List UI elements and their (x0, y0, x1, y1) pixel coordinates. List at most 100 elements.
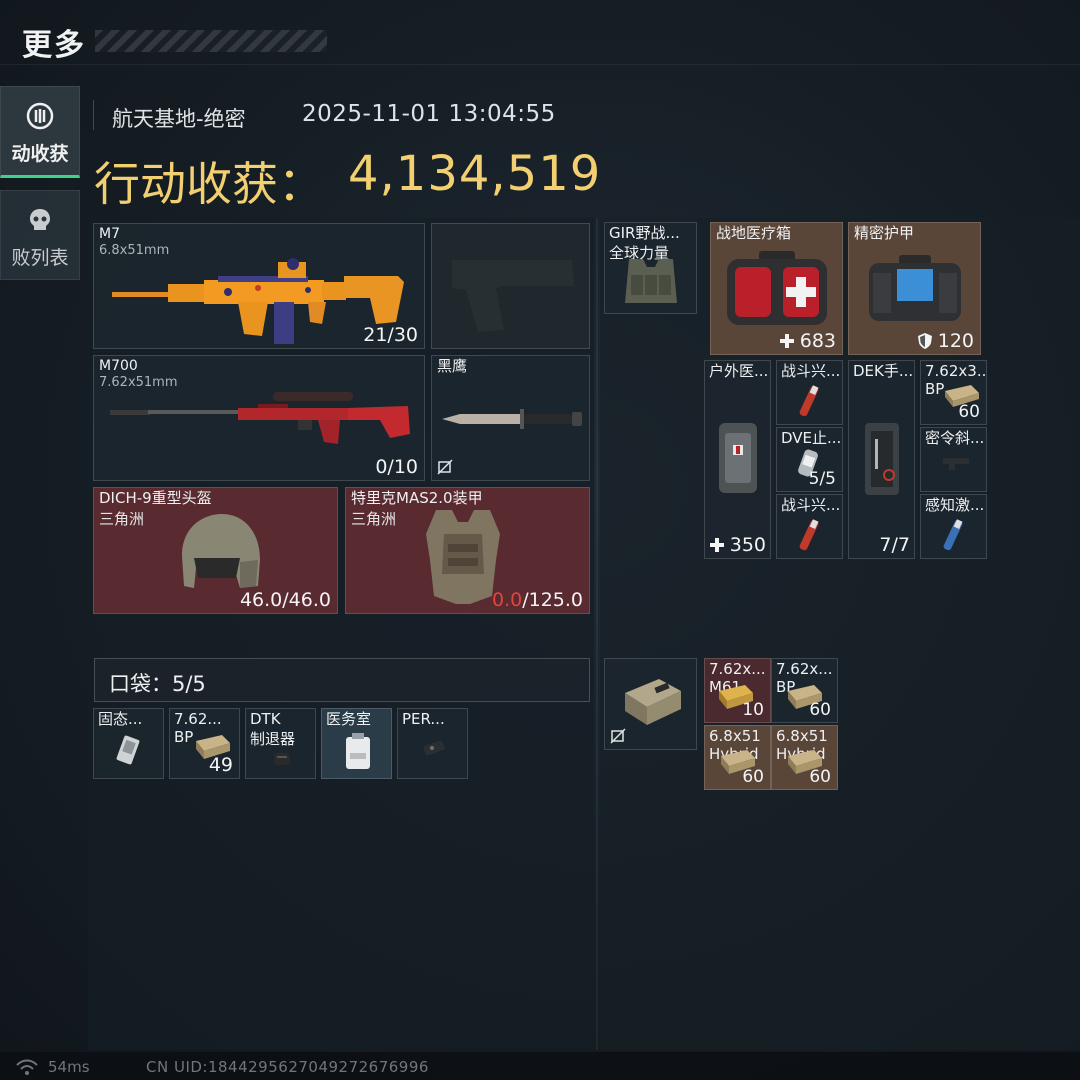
item-name: 6.8x51 (776, 727, 828, 745)
plus-icon (709, 538, 724, 552)
wifi-icon (16, 1059, 38, 1075)
loot-icon (26, 102, 54, 130)
panel-separator (596, 218, 598, 1050)
safe-case-icon (625, 679, 681, 725)
container-item[interactable]: 战斗兴... (776, 360, 843, 425)
item-count: 120 (917, 330, 974, 352)
item-name: 感知激... (925, 496, 985, 514)
item-name: DEK手... (853, 362, 914, 380)
match-datetime: 2025-11-01 13:04:55 (302, 101, 556, 127)
item-count: 60 (809, 700, 831, 720)
item-name: PER... (402, 710, 445, 728)
ping-value: 54ms (48, 1058, 90, 1076)
container-item[interactable]: 7.62x3... BP 60 (920, 360, 987, 425)
knife-icon (442, 409, 582, 429)
item-name: 7.62x3... (925, 362, 987, 380)
injector-icon (799, 385, 819, 417)
attachment-icon (423, 740, 445, 756)
helmet-durability: 46.0/46.0 (239, 589, 331, 611)
case-item[interactable]: 7.62x... M61 10 (704, 658, 771, 723)
armor-repair-slot[interactable]: 精密护甲 120 (848, 222, 981, 355)
skull-icon (30, 209, 50, 230)
item-count: 350 (709, 534, 766, 556)
stimulant-icon (943, 519, 963, 551)
chest-rig-icon (625, 259, 677, 303)
pistol-silhouette-icon (452, 260, 574, 332)
page-title: 更多 (22, 28, 86, 63)
item-count: 60 (809, 767, 831, 787)
weapon-slot-primary[interactable]: M7 6.8x51mm 21/30 (93, 223, 425, 349)
keycard-icon (346, 733, 370, 769)
item-sub: 制退器 (250, 730, 296, 748)
pocket-item[interactable]: PER... (397, 708, 468, 779)
rig-name: GIR野战... (609, 224, 680, 242)
medkit-slot[interactable]: 战地医疗箱 683 (710, 222, 843, 355)
item-name: 户外医... (709, 362, 769, 380)
weapon-slot-sniper[interactable]: M700 7.62x51mm 0/10 (93, 355, 425, 481)
item-name: 战斗兴... (781, 362, 841, 380)
weapon-name: M700 (99, 358, 138, 374)
item-count: 683 (779, 330, 836, 352)
tab-kill-list[interactable]: 败列表 (0, 190, 80, 280)
item-name: 7.62... (174, 710, 222, 728)
armor-durability: 0.0/125.0 (491, 589, 583, 611)
pocket-item[interactable]: DTK 制退器 (245, 708, 316, 779)
container-item[interactable]: 密令斜... (920, 427, 987, 492)
helmet-maker: 三角洲 (99, 510, 145, 528)
case-item[interactable]: 6.8x51 Hybrid 60 (704, 725, 771, 790)
container-item[interactable]: DVE止... 5/5 (776, 427, 843, 492)
item-name: 6.8x51 (709, 727, 761, 745)
container-item-large[interactable]: 户外医... 350 (704, 360, 771, 559)
item-name: 密令斜... (925, 429, 985, 447)
item-name: 精密护甲 (854, 224, 915, 242)
tab-label: 败列表 (11, 247, 69, 269)
chest-rig-slot[interactable]: GIR野战... 全球力量 (604, 222, 697, 314)
muzzle-brake-icon (274, 753, 290, 765)
armor-maker: 三角洲 (351, 510, 397, 528)
insured-icon (437, 459, 453, 475)
status-bar: 54ms CN UID:1844295627049272676996 (0, 1052, 1080, 1080)
tab-label: 动收获 (11, 143, 69, 165)
pocket-item[interactable]: 固态... (93, 708, 164, 779)
container-item[interactable]: 战斗兴... (776, 494, 843, 559)
hard-drive-icon (116, 735, 140, 765)
item-name: 7.62x... (709, 660, 766, 678)
weapon-name: M7 (99, 226, 120, 242)
item-name: 战地医疗箱 (716, 224, 792, 242)
haul-label: 行动收获： (94, 157, 324, 211)
item-count: 7/7 (879, 534, 910, 556)
melee-name: 黑鹰 (437, 357, 468, 375)
header-decoration (95, 30, 327, 52)
haul-value: 4,134,519 (348, 146, 602, 202)
helmet-slot[interactable]: DICH-9重型头盔 三角洲 46.0/46.0 (93, 487, 338, 614)
item-name: 医务室 (326, 710, 372, 728)
item-count: 5/5 (808, 469, 836, 489)
item-count: 49 (208, 754, 233, 776)
sniper-rifle-icon (110, 392, 410, 444)
plus-icon (779, 334, 794, 348)
armor-kit-icon (869, 255, 961, 321)
item-name: 7.62x... (776, 660, 833, 678)
item-name: 战斗兴... (781, 496, 841, 514)
item-count: 60 (958, 402, 980, 422)
pockets-header: 口袋：5/5 (94, 658, 590, 702)
injector-icon (799, 519, 819, 551)
helmet-name: DICH-9重型头盔 (99, 489, 212, 507)
header-divider (0, 64, 1080, 65)
pocket-item[interactable]: 7.62... BP 49 (169, 708, 240, 779)
container-item[interactable]: 感知激... (920, 494, 987, 559)
melee-slot[interactable]: 黑鹰 (431, 355, 590, 481)
ammo-count: 21/30 (363, 324, 418, 346)
item-name: 固态... (98, 710, 143, 728)
pockets-label: 口袋：5/5 (109, 672, 206, 696)
tab-action-loot[interactable]: 动收获 (0, 86, 80, 178)
case-item[interactable]: 7.62x... BP 60 (771, 658, 838, 723)
safe-box-slot[interactable] (604, 658, 697, 750)
first-aid-kit-icon (727, 251, 827, 325)
weapon-slot-secondary[interactable] (431, 223, 590, 349)
grip-icon (943, 458, 969, 470)
container-item-large[interactable]: DEK手... 7/7 (848, 360, 915, 559)
pocket-item[interactable]: 医务室 (321, 708, 392, 779)
armor-slot[interactable]: 特里克MAS2.0装甲 三角洲 0.0/125.0 (345, 487, 590, 614)
case-item[interactable]: 6.8x51 Hybrid 60 (771, 725, 838, 790)
